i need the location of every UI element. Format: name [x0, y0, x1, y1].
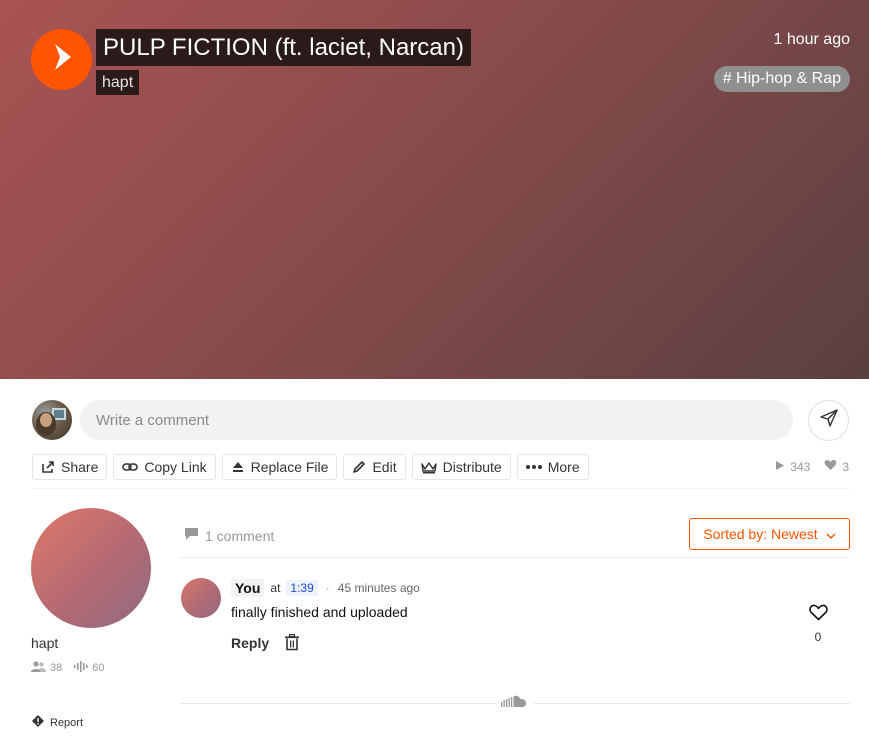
divider: [534, 703, 850, 704]
comment-input[interactable]: [80, 400, 793, 440]
likes-stat[interactable]: 3: [824, 459, 849, 474]
play-count-icon: [775, 460, 785, 474]
comment-avatar[interactable]: [181, 578, 221, 618]
share-icon: [41, 460, 55, 474]
comment-icon: [184, 527, 199, 544]
reply-button[interactable]: Reply: [231, 635, 269, 651]
send-comment-button[interactable]: [808, 400, 849, 441]
posted-time: 1 hour ago: [773, 31, 850, 48]
tracks-count: 60: [92, 662, 105, 674]
artist-name[interactable]: hapt: [31, 635, 58, 651]
edit-button[interactable]: Edit: [343, 454, 406, 480]
tracks-stat[interactable]: 60: [74, 661, 105, 675]
share-label: Share: [61, 459, 99, 475]
artist-stats: 38 60: [31, 661, 105, 675]
comment-time-ago: 45 minutes ago: [337, 581, 420, 595]
replace-file-button[interactable]: Replace File: [221, 454, 338, 480]
report-link[interactable]: Report: [32, 715, 83, 730]
comment-separator: ·: [325, 581, 330, 595]
plays-stat: 343: [775, 460, 810, 474]
report-label: Report: [50, 716, 84, 729]
plays-count: 343: [790, 459, 811, 474]
divider: [180, 557, 850, 558]
soundcloud-icon: [501, 695, 527, 714]
upload-icon: [231, 460, 245, 474]
copy-link-button[interactable]: Copy Link: [113, 454, 216, 480]
distribute-button[interactable]: Distribute: [411, 454, 511, 480]
comment-timestamp[interactable]: 1:39: [286, 580, 318, 596]
ellipsis-icon: [525, 465, 542, 469]
comment-body: finally finished and uploaded: [231, 604, 408, 620]
comments-count-label: 1 comment: [205, 527, 275, 544]
heart-icon: [824, 459, 837, 474]
comments-count: 1 comment: [184, 527, 274, 544]
followers-count: 38: [50, 662, 63, 674]
waveform-icon: [74, 661, 88, 675]
track-actions: Share Copy Link Replace File Edit Distri…: [32, 454, 589, 480]
followers-stat[interactable]: 38: [31, 661, 62, 675]
divider: [32, 488, 850, 489]
comment-at: at: [270, 581, 281, 595]
sort-dropdown[interactable]: Sorted by: Newest: [689, 518, 850, 550]
track-title: PULP FICTION (ft. laciet, Narcan): [96, 29, 471, 66]
more-button[interactable]: More: [516, 454, 589, 480]
flag-icon: [32, 715, 44, 730]
comment-like-button[interactable]: 0: [806, 604, 830, 644]
edit-label: Edit: [372, 459, 397, 475]
send-icon: [819, 408, 839, 433]
copy-link-label: Copy Link: [144, 459, 207, 475]
comment-user[interactable]: You: [231, 579, 265, 597]
replace-file-label: Replace File: [250, 459, 329, 475]
artist-avatar[interactable]: [31, 508, 151, 628]
trash-icon: [284, 633, 300, 655]
track-artist-link[interactable]: hapt: [96, 70, 140, 95]
crown-icon: [420, 461, 437, 474]
current-user-avatar: [32, 400, 72, 440]
chevron-down-icon: [826, 526, 836, 542]
comment-like-count: 0: [814, 630, 822, 644]
more-label: More: [547, 459, 580, 475]
followers-icon: [31, 661, 46, 675]
play-icon: [49, 42, 75, 77]
genre-tag[interactable]: # Hip-hop & Rap: [713, 66, 850, 92]
play-button[interactable]: [31, 29, 92, 90]
delete-comment-button[interactable]: [284, 633, 300, 656]
divider: [180, 703, 496, 704]
pencil-icon: [352, 460, 366, 474]
link-icon: [122, 461, 139, 473]
track-hero: PULP FICTION (ft. laciet, Narcan) hapt 1…: [0, 0, 869, 379]
likes-count: 3: [842, 459, 849, 474]
distribute-label: Distribute: [442, 459, 502, 475]
heart-outline-icon: [808, 604, 828, 626]
comment-header: You at 1:39 · 45 minutes ago: [231, 578, 420, 598]
sort-label: Sorted by: Newest: [703, 526, 818, 542]
share-button[interactable]: Share: [32, 454, 108, 480]
track-stats: 343 3: [775, 459, 849, 474]
